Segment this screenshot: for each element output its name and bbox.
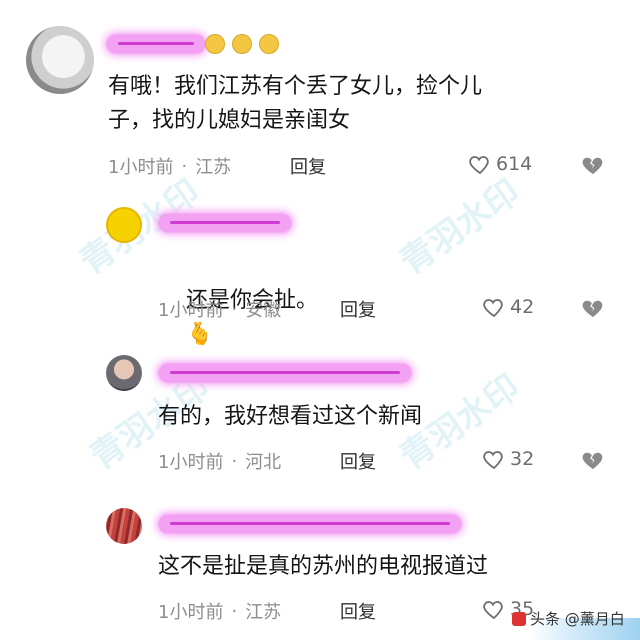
- comment-meta: 1小时前 · 安徽: [158, 296, 281, 322]
- heart-icon: [483, 299, 503, 318]
- comment-item: 有哦！我们江苏有个丢了女儿，捡个儿 子，找的儿媳妇是亲闺女 1小时前 · 江苏 …: [0, 0, 640, 195]
- comment-text: 这不是扯是真的苏州的电视报道过: [158, 554, 489, 579]
- comment-text: 有的，我好想看过这个新闻: [158, 404, 423, 429]
- separator-dot: ·: [231, 298, 238, 320]
- location: 江苏: [245, 602, 282, 623]
- heart-icon: [483, 601, 503, 620]
- like-button[interactable]: 614: [468, 152, 532, 176]
- comment-meta: 1小时前 · 江苏: [158, 598, 281, 624]
- redacted-username: [108, 36, 204, 52]
- avatar[interactable]: [106, 508, 142, 544]
- like-count: 614: [496, 153, 533, 175]
- timestamp: 1小时前: [158, 452, 224, 473]
- source-watermark: 头条 @薰月白: [512, 608, 625, 629]
- separator-dot: ·: [181, 155, 188, 177]
- avatar[interactable]: [26, 26, 94, 94]
- separator-dot: ·: [231, 450, 238, 472]
- like-button[interactable]: 32: [482, 447, 534, 471]
- dislike-button[interactable]: [580, 448, 606, 476]
- like-count: 42: [510, 296, 535, 318]
- thinking-emoji-icon: [205, 34, 225, 54]
- like-button[interactable]: 42: [482, 295, 534, 319]
- redacted-username: [160, 215, 290, 231]
- reply-button[interactable]: 回复: [340, 598, 376, 624]
- reply-button[interactable]: 回复: [340, 296, 376, 322]
- like-count: 32: [510, 448, 535, 470]
- timestamp: 1小时前: [158, 300, 224, 321]
- toutiao-logo-icon: [512, 611, 526, 626]
- reply-button[interactable]: 回复: [290, 153, 326, 179]
- location: 江苏: [195, 157, 232, 178]
- thinking-emoji-icon: [259, 34, 279, 54]
- location: 安徽: [245, 300, 282, 321]
- comment-item: 还是你会扯。 🫰 1小时前 · 安徽 回复 42: [0, 195, 640, 347]
- dislike-button[interactable]: [580, 153, 606, 181]
- heart-icon: [469, 156, 489, 175]
- heart-icon: [483, 451, 503, 470]
- redacted-username: [160, 516, 460, 532]
- redacted-username: [160, 365, 410, 381]
- thinking-emoji-icon: [232, 34, 252, 54]
- separator-dot: ·: [231, 600, 238, 622]
- broken-heart-icon: [582, 452, 603, 469]
- source-text: 头条 @薰月白: [530, 610, 625, 628]
- avatar[interactable]: [106, 207, 142, 243]
- comment-meta: 1小时前 · 江苏: [108, 153, 231, 179]
- dislike-button[interactable]: [580, 296, 606, 324]
- reply-button[interactable]: 回复: [340, 448, 376, 474]
- comment-meta: 1小时前 · 河北: [158, 448, 281, 474]
- broken-heart-icon: [582, 300, 603, 317]
- timestamp: 1小时前: [158, 602, 224, 623]
- comment-item: 有的，我好想看过这个新闻 1小时前 · 河北 回复 32: [0, 345, 640, 495]
- broken-heart-icon: [582, 157, 603, 174]
- avatar[interactable]: [106, 355, 142, 391]
- finger-heart-emoji-icon: 🫰: [185, 322, 214, 347]
- comment-text: 有哦！我们江苏有个丢了女儿，捡个儿 子，找的儿媳妇是亲闺女: [108, 74, 483, 133]
- timestamp: 1小时前: [108, 157, 174, 178]
- location: 河北: [245, 452, 282, 473]
